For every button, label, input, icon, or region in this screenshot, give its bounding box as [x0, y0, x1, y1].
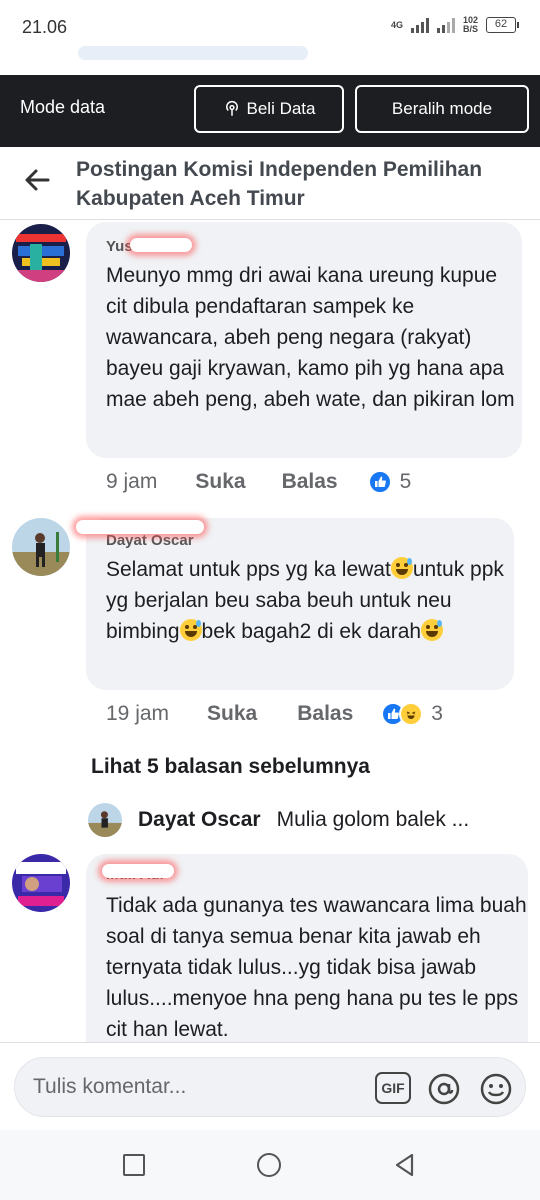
network-type: 4G [390, 19, 403, 30]
comment-bubble[interactable]: Dayat Oscar Selamat untuk pps yg ka lewa… [76, 518, 514, 690]
comment-composer: Tulis komentar... GIF [0, 1042, 540, 1130]
sweat-smile-emoji-icon [421, 619, 444, 641]
sweat-smile-emoji-icon [390, 557, 413, 579]
status-icons: 4G 102 B/S 62 [390, 16, 519, 34]
haha-reaction-icon [399, 702, 424, 726]
like-reaction-icon [367, 470, 392, 494]
view-previous-replies-link[interactable]: Lihat 5 balasan sebelumnya [91, 755, 370, 779]
signal-icon [410, 17, 429, 33]
comment-text: Tidak ada gunanya tes wawancara lima bua… [106, 894, 527, 1041]
comment-author[interactable]: Dayat Oscar [106, 532, 194, 549]
reply-author[interactable]: Dayat Oscar [138, 808, 261, 832]
scroll-pill [78, 46, 308, 60]
post-header: Postingan Komisi Independen Pemilihan Ka… [0, 147, 540, 220]
reaction-count: 3 [431, 702, 443, 725]
buy-data-label: Beli Data [246, 99, 316, 118]
comment-placeholder: Tulis komentar... [33, 1075, 187, 1098]
comment-feed[interactable]: Yus Meunyo mmg dri awai kana ureung kupu… [0, 220, 540, 1042]
comment-bubble[interactable]: Muli Adi Tidak ada gunanya tes wawancara… [86, 854, 528, 1042]
switch-mode-label: Beralih mode [391, 99, 493, 118]
avatar-image [12, 518, 70, 576]
comment-author[interactable]: Yus [106, 238, 133, 255]
home-icon[interactable] [257, 1153, 281, 1177]
data-mode-title: Mode data [20, 97, 106, 117]
reply-link[interactable]: Balas [282, 470, 338, 494]
like-link[interactable]: Suka [207, 702, 257, 726]
back-arrow-icon[interactable] [22, 165, 52, 195]
avatar[interactable] [12, 224, 70, 282]
recent-apps-icon[interactable] [123, 1154, 145, 1176]
avatar-image [88, 803, 122, 837]
reactions[interactable] [367, 470, 392, 494]
system-nav-bar [0, 1130, 540, 1200]
switch-mode-button[interactable]: Beralih mode [355, 85, 529, 133]
avatar-image [12, 854, 70, 912]
battery-icon: 62 [486, 17, 519, 33]
redaction-mark [130, 238, 192, 252]
comment-time[interactable]: 19 jam [106, 702, 169, 726]
reply-text: Mulia golom balek ... [276, 808, 470, 831]
comment-input[interactable]: Tulis komentar... GIF [14, 1057, 526, 1117]
comment-time[interactable]: 9 jam [106, 470, 157, 494]
page-title: Postingan Komisi Independen Pemilihan Ka… [76, 158, 483, 210]
sweat-smile-emoji-icon [179, 619, 202, 641]
avatar[interactable] [12, 518, 70, 576]
avatar[interactable] [88, 803, 122, 837]
reply-preview[interactable]: Dayat Oscar Mulia golom balek ... [88, 800, 518, 840]
comment-actions: 19 jam Suka Balas 3 [106, 702, 443, 726]
redaction-mark [102, 864, 174, 878]
buy-data-button[interactable]: Beli Data [194, 85, 344, 133]
comment-bubble[interactable]: Yus Meunyo mmg dri awai kana ureung kupu… [86, 222, 522, 458]
reply-link[interactable]: Balas [297, 702, 353, 726]
mention-icon[interactable] [427, 1072, 461, 1106]
emoji-icon[interactable] [479, 1072, 513, 1106]
comment-text-part: Selamat untuk pps yg ka lewat [106, 558, 391, 581]
like-link[interactable]: Suka [195, 470, 245, 494]
redaction-mark [76, 520, 204, 534]
data-mode-bar: Mode data Beli Data Beralih mode [0, 75, 540, 147]
nav-back-icon[interactable] [392, 1152, 418, 1178]
avatar[interactable] [12, 854, 70, 912]
comment-text-part: bek bagah2 di ek darah [201, 620, 422, 643]
gif-button[interactable]: GIF [375, 1072, 411, 1104]
network-speed: 102 B/S [463, 16, 478, 34]
reactions[interactable] [381, 702, 424, 726]
signal-2-icon [436, 17, 455, 33]
reaction-count: 5 [399, 470, 412, 493]
comment-text: Selamat untuk pps yg ka lewat untuk ppk y… [106, 554, 506, 647]
status-bar: 21.06 4G 102 B/S 62 [0, 0, 540, 60]
comment-actions: 9 jam Suka Balas 5 [106, 470, 411, 494]
status-time: 21.06 [22, 17, 68, 37]
speed-unit: B/S [462, 24, 478, 34]
podcast-icon [225, 100, 238, 116]
comment-text: Meunyo mmg dri awai kana ureung kupue ci… [106, 264, 515, 411]
avatar-image [12, 224, 70, 282]
